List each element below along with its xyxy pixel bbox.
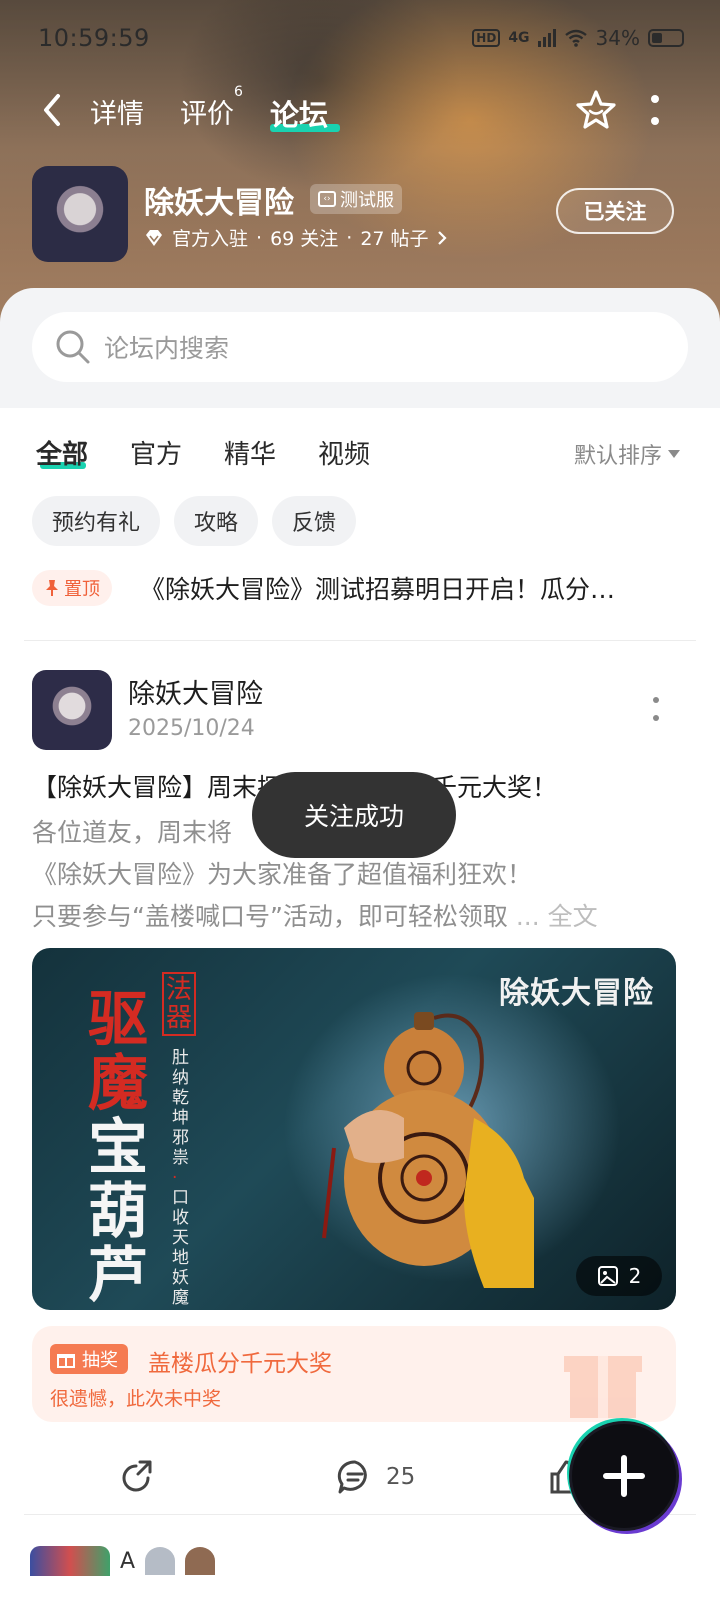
meta-dot: · — [346, 226, 353, 249]
image-count-badge: 2 — [576, 1256, 662, 1296]
search-input[interactable]: 论坛内搜索 — [32, 312, 688, 382]
tab-reviews[interactable]: 评价 — [180, 92, 234, 131]
game-meta[interactable]: 官方入驻 · 69 关注 · 27 帖子 — [144, 224, 447, 251]
share-icon — [122, 1460, 152, 1492]
comment-count: 25 — [386, 1464, 416, 1490]
meta-dot: · — [256, 226, 263, 249]
post-image[interactable]: 除妖大冒险 驱魔宝葫芦 法器 肚纳乾坤邪祟·口收天地妖魔 2 — [32, 948, 676, 1310]
chevron-right-icon — [437, 230, 447, 245]
gourd-illustration — [322, 1012, 534, 1288]
sort-dropdown[interactable]: 默认排序 — [574, 438, 680, 470]
chip-guides[interactable]: 攻略 — [174, 496, 259, 546]
game-info: 除妖大冒险 ‹› 测试服 官方入驻 · 69 关注 · 27 帖子 已关注 — [32, 166, 692, 262]
ellipsis: ... — [515, 902, 540, 931]
game-name: 除妖大冒险 — [144, 186, 294, 221]
filter-tab-featured[interactable]: 精华 — [224, 434, 276, 471]
user-avatar — [145, 1547, 176, 1575]
search-placeholder: 论坛内搜索 — [104, 334, 230, 363]
followers-count: 69 关注 — [270, 228, 339, 250]
comment-button[interactable]: 25 — [336, 1458, 415, 1496]
review-count: 6 — [234, 84, 243, 100]
read-more-link[interactable]: 全文 — [548, 902, 598, 931]
share-button[interactable] — [118, 1458, 156, 1496]
post-date: 2025/10/24 — [128, 716, 255, 741]
post-body-text: 只要参与“盖楼喊口号”活动，即可轻松领取 — [32, 902, 508, 931]
posts-count: 27 帖子 — [360, 228, 429, 250]
battery-icon — [648, 29, 684, 47]
official-label: 官方入驻 — [172, 228, 249, 250]
image-slogan: 肚纳乾坤邪祟·口收天地妖魔 — [172, 1048, 194, 1308]
gift-icon — [57, 1354, 75, 1368]
filter-tab-video[interactable]: 视频 — [318, 434, 370, 471]
diamond-icon — [146, 229, 162, 246]
status-icons: HD 4G 34% — [472, 26, 684, 50]
hd-icon: HD — [472, 29, 501, 47]
sort-label: 默认排序 — [573, 444, 662, 469]
status-bar: 10:59:59 HD 4G 34% — [0, 22, 720, 58]
post-body-line-last: 只要参与“盖楼喊口号”活动，即可轻松领取 ... 全文 — [32, 896, 688, 938]
game-icon[interactable] — [32, 166, 128, 262]
lottery-result: 很遗憾，此次未中奖 — [50, 1388, 222, 1410]
image-slogan-b: 口收天地妖魔 — [172, 1188, 189, 1308]
comment-icon — [337, 1460, 367, 1494]
next-post-author: A — [120, 1548, 136, 1574]
forum-content: 全部 官方 精华 视频 默认排序 预约有礼 攻略 反馈 置顶 《除妖大冒险》测试… — [0, 408, 720, 1600]
battery-percent: 34% — [595, 26, 640, 50]
pinned-post[interactable]: 置顶 《除妖大冒险》测试招募明日开启！瓜分… — [32, 566, 692, 610]
lottery-tag-label: 抽奖 — [82, 1350, 118, 1371]
image-slogan-a: 肚纳乾坤邪祟 — [172, 1048, 189, 1168]
test-server-badge: ‹› 测试服 — [310, 184, 402, 214]
create-post-button[interactable] — [572, 1424, 676, 1528]
code-icon: ‹› — [318, 191, 336, 207]
back-arrow-icon[interactable] — [38, 90, 66, 130]
favorite-star-icon[interactable] — [574, 88, 618, 132]
user-avatar — [185, 1547, 216, 1575]
next-post-preview: A — [30, 1546, 216, 1576]
chip-reservation-gift[interactable]: 预约有礼 — [32, 496, 161, 546]
divider — [24, 640, 696, 641]
topic-chips: 预约有礼 攻略 反馈 — [32, 496, 357, 546]
tab-details[interactable]: 详情 — [90, 92, 144, 131]
image-headline-white: 宝葫芦 — [88, 1113, 148, 1310]
image-headline-red: 驱魔 — [88, 985, 148, 1119]
search-area: 论坛内搜索 — [0, 288, 720, 408]
gift-watermark-icon — [564, 1356, 642, 1418]
toast-message: 关注成功 — [252, 772, 456, 858]
filter-tab-official[interactable]: 官方 — [130, 434, 182, 471]
more-options-icon[interactable] — [650, 94, 660, 126]
top-navigation: 详情 评价 6 论坛 — [0, 80, 720, 140]
lottery-title: 盖楼瓜分千元大奖 — [148, 1351, 332, 1377]
lottery-tag: 抽奖 — [50, 1344, 128, 1374]
pinned-title: 《除妖大冒险》测试招募明日开启！瓜分… — [140, 575, 616, 604]
filter-tab-all[interactable]: 全部 — [36, 434, 88, 471]
image-slogan-sep: · — [172, 1168, 178, 1188]
author-name[interactable]: 除妖大冒险 — [128, 672, 263, 711]
post-body-line: 《除妖大冒险》为大家准备了超值福利狂欢！ — [32, 860, 533, 889]
status-time: 10:59:59 — [38, 24, 150, 52]
follow-button[interactable]: 已关注 — [556, 188, 674, 234]
gallery-icon — [597, 1266, 618, 1286]
chip-feedback[interactable]: 反馈 — [272, 496, 357, 546]
author-avatar[interactable] — [32, 670, 112, 750]
tab-forum[interactable]: 论坛 — [270, 92, 328, 134]
network-label: 4G — [508, 30, 530, 46]
pinned-badge: 置顶 — [32, 570, 112, 606]
next-post-avatar[interactable] — [30, 1546, 110, 1576]
lottery-card[interactable]: 抽奖 盖楼瓜分千元大奖 很遗憾，此次未中奖 — [32, 1326, 676, 1422]
wifi-icon — [564, 29, 587, 47]
test-server-label: 测试服 — [340, 190, 394, 211]
pinned-label: 置顶 — [64, 579, 100, 600]
caret-down-icon — [668, 450, 680, 458]
image-count: 2 — [628, 1264, 642, 1288]
search-icon — [56, 330, 90, 364]
image-tag: 法器 — [162, 972, 196, 1036]
pin-icon — [46, 580, 58, 596]
post-more-icon[interactable] — [652, 696, 660, 722]
signal-icon — [537, 29, 556, 47]
filter-tabs: 全部 官方 精华 视频 默认排序 — [0, 428, 720, 478]
plus-icon — [603, 1455, 645, 1497]
image-headline: 驱魔宝葫芦 — [88, 988, 168, 1308]
